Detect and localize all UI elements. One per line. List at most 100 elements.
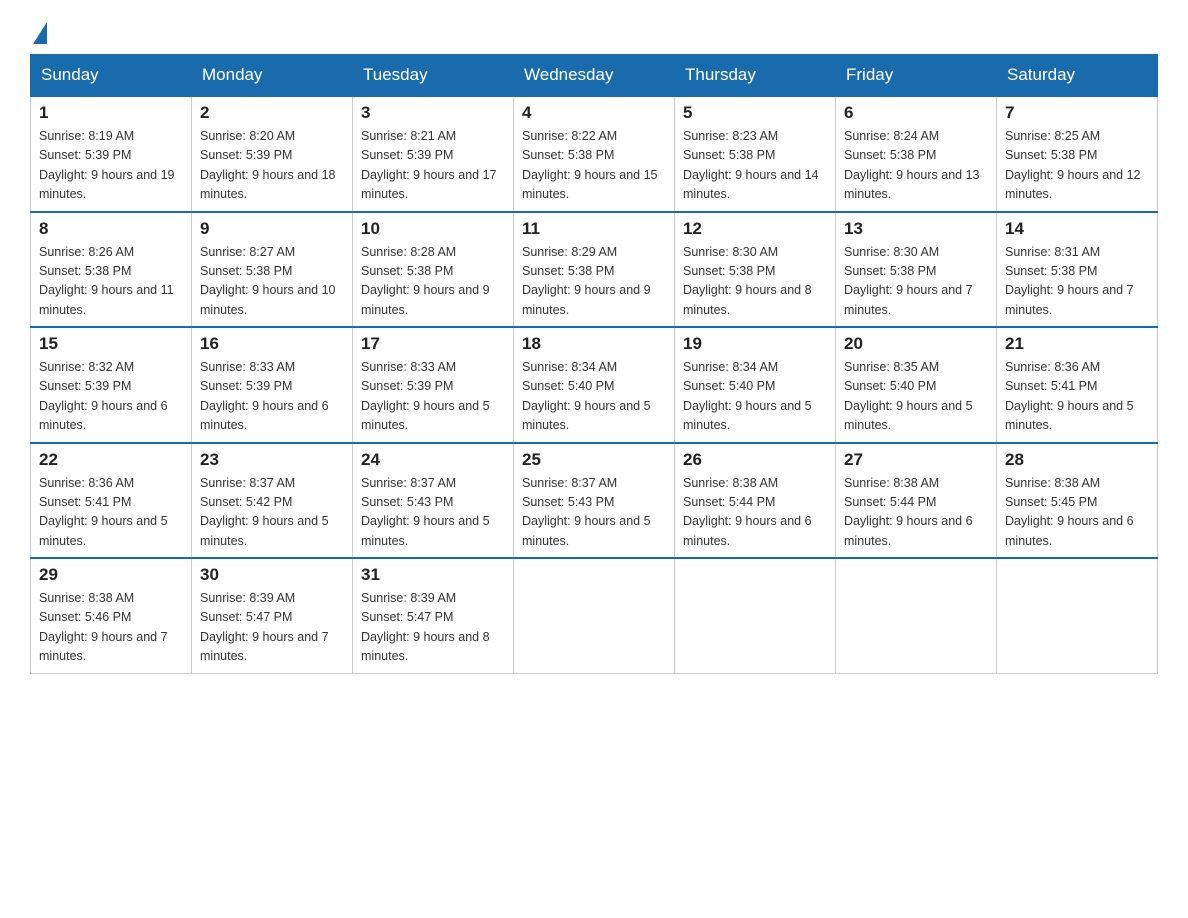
day-info: Sunrise: 8:38 AMSunset: 5:46 PMDaylight:… xyxy=(39,589,183,667)
day-number: 26 xyxy=(683,450,827,470)
day-number: 29 xyxy=(39,565,183,585)
day-info: Sunrise: 8:26 AMSunset: 5:38 PMDaylight:… xyxy=(39,243,183,321)
calendar-cell: 29 Sunrise: 8:38 AMSunset: 5:46 PMDayligh… xyxy=(31,558,192,673)
day-info: Sunrise: 8:37 AMSunset: 5:43 PMDaylight:… xyxy=(361,474,505,552)
day-info: Sunrise: 8:22 AMSunset: 5:38 PMDaylight:… xyxy=(522,127,666,205)
day-info: Sunrise: 8:21 AMSunset: 5:39 PMDaylight:… xyxy=(361,127,505,205)
logo-triangle-icon xyxy=(33,22,47,44)
day-number: 11 xyxy=(522,219,666,239)
column-header-wednesday: Wednesday xyxy=(514,55,675,97)
day-info: Sunrise: 8:36 AMSunset: 5:41 PMDaylight:… xyxy=(39,474,183,552)
day-number: 17 xyxy=(361,334,505,354)
day-info: Sunrise: 8:33 AMSunset: 5:39 PMDaylight:… xyxy=(200,358,344,436)
calendar-cell xyxy=(997,558,1158,673)
calendar-cell: 6 Sunrise: 8:24 AMSunset: 5:38 PMDaylight… xyxy=(836,96,997,212)
day-info: Sunrise: 8:29 AMSunset: 5:38 PMDaylight:… xyxy=(522,243,666,321)
day-number: 6 xyxy=(844,103,988,123)
day-info: Sunrise: 8:28 AMSunset: 5:38 PMDaylight:… xyxy=(361,243,505,321)
day-number: 7 xyxy=(1005,103,1149,123)
day-info: Sunrise: 8:25 AMSunset: 5:38 PMDaylight:… xyxy=(1005,127,1149,205)
day-number: 2 xyxy=(200,103,344,123)
day-number: 3 xyxy=(361,103,505,123)
calendar-cell: 8 Sunrise: 8:26 AMSunset: 5:38 PMDaylight… xyxy=(31,212,192,328)
calendar-cell: 4 Sunrise: 8:22 AMSunset: 5:38 PMDaylight… xyxy=(514,96,675,212)
week-row-2: 8 Sunrise: 8:26 AMSunset: 5:38 PMDaylight… xyxy=(31,212,1158,328)
calendar-cell: 26 Sunrise: 8:38 AMSunset: 5:44 PMDayligh… xyxy=(675,443,836,559)
day-info: Sunrise: 8:24 AMSunset: 5:38 PMDaylight:… xyxy=(844,127,988,205)
calendar-cell: 9Sunrise: 8:27 AMSunset: 5:38 PMDaylight… xyxy=(192,212,353,328)
column-header-thursday: Thursday xyxy=(675,55,836,97)
calendar-cell: 10Sunrise: 8:28 AMSunset: 5:38 PMDayligh… xyxy=(353,212,514,328)
calendar-cell: 3 Sunrise: 8:21 AMSunset: 5:39 PMDaylight… xyxy=(353,96,514,212)
page-header xyxy=(30,20,1158,44)
day-info: Sunrise: 8:39 AMSunset: 5:47 PMDaylight:… xyxy=(361,589,505,667)
day-number: 1 xyxy=(39,103,183,123)
column-header-sunday: Sunday xyxy=(31,55,192,97)
day-info: Sunrise: 8:30 AMSunset: 5:38 PMDaylight:… xyxy=(683,243,827,321)
calendar-cell: 23 Sunrise: 8:37 AMSunset: 5:42 PMDayligh… xyxy=(192,443,353,559)
day-number: 4 xyxy=(522,103,666,123)
header-row: SundayMondayTuesdayWednesdayThursdayFrid… xyxy=(31,55,1158,97)
day-info: Sunrise: 8:34 AMSunset: 5:40 PMDaylight:… xyxy=(522,358,666,436)
day-number: 22 xyxy=(39,450,183,470)
day-number: 31 xyxy=(361,565,505,585)
column-header-monday: Monday xyxy=(192,55,353,97)
calendar-cell: 12 Sunrise: 8:30 AMSunset: 5:38 PMDayligh… xyxy=(675,212,836,328)
day-info: Sunrise: 8:38 AMSunset: 5:45 PMDaylight:… xyxy=(1005,474,1149,552)
day-number: 16 xyxy=(200,334,344,354)
week-row-1: 1 Sunrise: 8:19 AMSunset: 5:39 PMDaylight… xyxy=(31,96,1158,212)
calendar-cell: 21 Sunrise: 8:36 AMSunset: 5:41 PMDayligh… xyxy=(997,327,1158,443)
day-number: 21 xyxy=(1005,334,1149,354)
day-info: Sunrise: 8:39 AMSunset: 5:47 PMDaylight:… xyxy=(200,589,344,667)
calendar-cell xyxy=(675,558,836,673)
day-number: 25 xyxy=(522,450,666,470)
calendar-cell: 24Sunrise: 8:37 AMSunset: 5:43 PMDayligh… xyxy=(353,443,514,559)
day-number: 13 xyxy=(844,219,988,239)
day-info: Sunrise: 8:23 AMSunset: 5:38 PMDaylight:… xyxy=(683,127,827,205)
day-info: Sunrise: 8:38 AMSunset: 5:44 PMDaylight:… xyxy=(683,474,827,552)
calendar-table: SundayMondayTuesdayWednesdayThursdayFrid… xyxy=(30,54,1158,674)
calendar-cell: 31 Sunrise: 8:39 AMSunset: 5:47 PMDayligh… xyxy=(353,558,514,673)
day-number: 30 xyxy=(200,565,344,585)
day-number: 8 xyxy=(39,219,183,239)
day-info: Sunrise: 8:36 AMSunset: 5:41 PMDaylight:… xyxy=(1005,358,1149,436)
day-info: Sunrise: 8:35 AMSunset: 5:40 PMDaylight:… xyxy=(844,358,988,436)
calendar-cell: 1 Sunrise: 8:19 AMSunset: 5:39 PMDaylight… xyxy=(31,96,192,212)
day-number: 27 xyxy=(844,450,988,470)
day-number: 14 xyxy=(1005,219,1149,239)
calendar-cell: 14 Sunrise: 8:31 AMSunset: 5:38 PMDayligh… xyxy=(997,212,1158,328)
column-header-tuesday: Tuesday xyxy=(353,55,514,97)
day-info: Sunrise: 8:33 AMSunset: 5:39 PMDaylight:… xyxy=(361,358,505,436)
day-info: Sunrise: 8:20 AMSunset: 5:39 PMDaylight:… xyxy=(200,127,344,205)
calendar-cell: 28Sunrise: 8:38 AMSunset: 5:45 PMDayligh… xyxy=(997,443,1158,559)
calendar-cell: 17 Sunrise: 8:33 AMSunset: 5:39 PMDayligh… xyxy=(353,327,514,443)
day-info: Sunrise: 8:34 AMSunset: 5:40 PMDaylight:… xyxy=(683,358,827,436)
calendar-cell: 15Sunrise: 8:32 AMSunset: 5:39 PMDayligh… xyxy=(31,327,192,443)
calendar-cell: 5 Sunrise: 8:23 AMSunset: 5:38 PMDaylight… xyxy=(675,96,836,212)
column-header-saturday: Saturday xyxy=(997,55,1158,97)
column-header-friday: Friday xyxy=(836,55,997,97)
calendar-cell: 16 Sunrise: 8:33 AMSunset: 5:39 PMDayligh… xyxy=(192,327,353,443)
calendar-cell xyxy=(836,558,997,673)
day-info: Sunrise: 8:37 AMSunset: 5:42 PMDaylight:… xyxy=(200,474,344,552)
day-number: 23 xyxy=(200,450,344,470)
day-info: Sunrise: 8:30 AMSunset: 5:38 PMDaylight:… xyxy=(844,243,988,321)
calendar-cell: 30 Sunrise: 8:39 AMSunset: 5:47 PMDayligh… xyxy=(192,558,353,673)
week-row-4: 22 Sunrise: 8:36 AMSunset: 5:41 PMDayligh… xyxy=(31,443,1158,559)
day-number: 9 xyxy=(200,219,344,239)
week-row-5: 29 Sunrise: 8:38 AMSunset: 5:46 PMDayligh… xyxy=(31,558,1158,673)
day-number: 20 xyxy=(844,334,988,354)
day-info: Sunrise: 8:37 AMSunset: 5:43 PMDaylight:… xyxy=(522,474,666,552)
day-number: 18 xyxy=(522,334,666,354)
day-info: Sunrise: 8:38 AMSunset: 5:44 PMDaylight:… xyxy=(844,474,988,552)
day-number: 12 xyxy=(683,219,827,239)
day-info: Sunrise: 8:32 AMSunset: 5:39 PMDaylight:… xyxy=(39,358,183,436)
calendar-cell xyxy=(514,558,675,673)
week-row-3: 15Sunrise: 8:32 AMSunset: 5:39 PMDayligh… xyxy=(31,327,1158,443)
calendar-cell: 18 Sunrise: 8:34 AMSunset: 5:40 PMDayligh… xyxy=(514,327,675,443)
calendar-cell: 19Sunrise: 8:34 AMSunset: 5:40 PMDayligh… xyxy=(675,327,836,443)
day-number: 5 xyxy=(683,103,827,123)
day-info: Sunrise: 8:31 AMSunset: 5:38 PMDaylight:… xyxy=(1005,243,1149,321)
day-info: Sunrise: 8:19 AMSunset: 5:39 PMDaylight:… xyxy=(39,127,183,205)
calendar-cell: 11 Sunrise: 8:29 AMSunset: 5:38 PMDayligh… xyxy=(514,212,675,328)
